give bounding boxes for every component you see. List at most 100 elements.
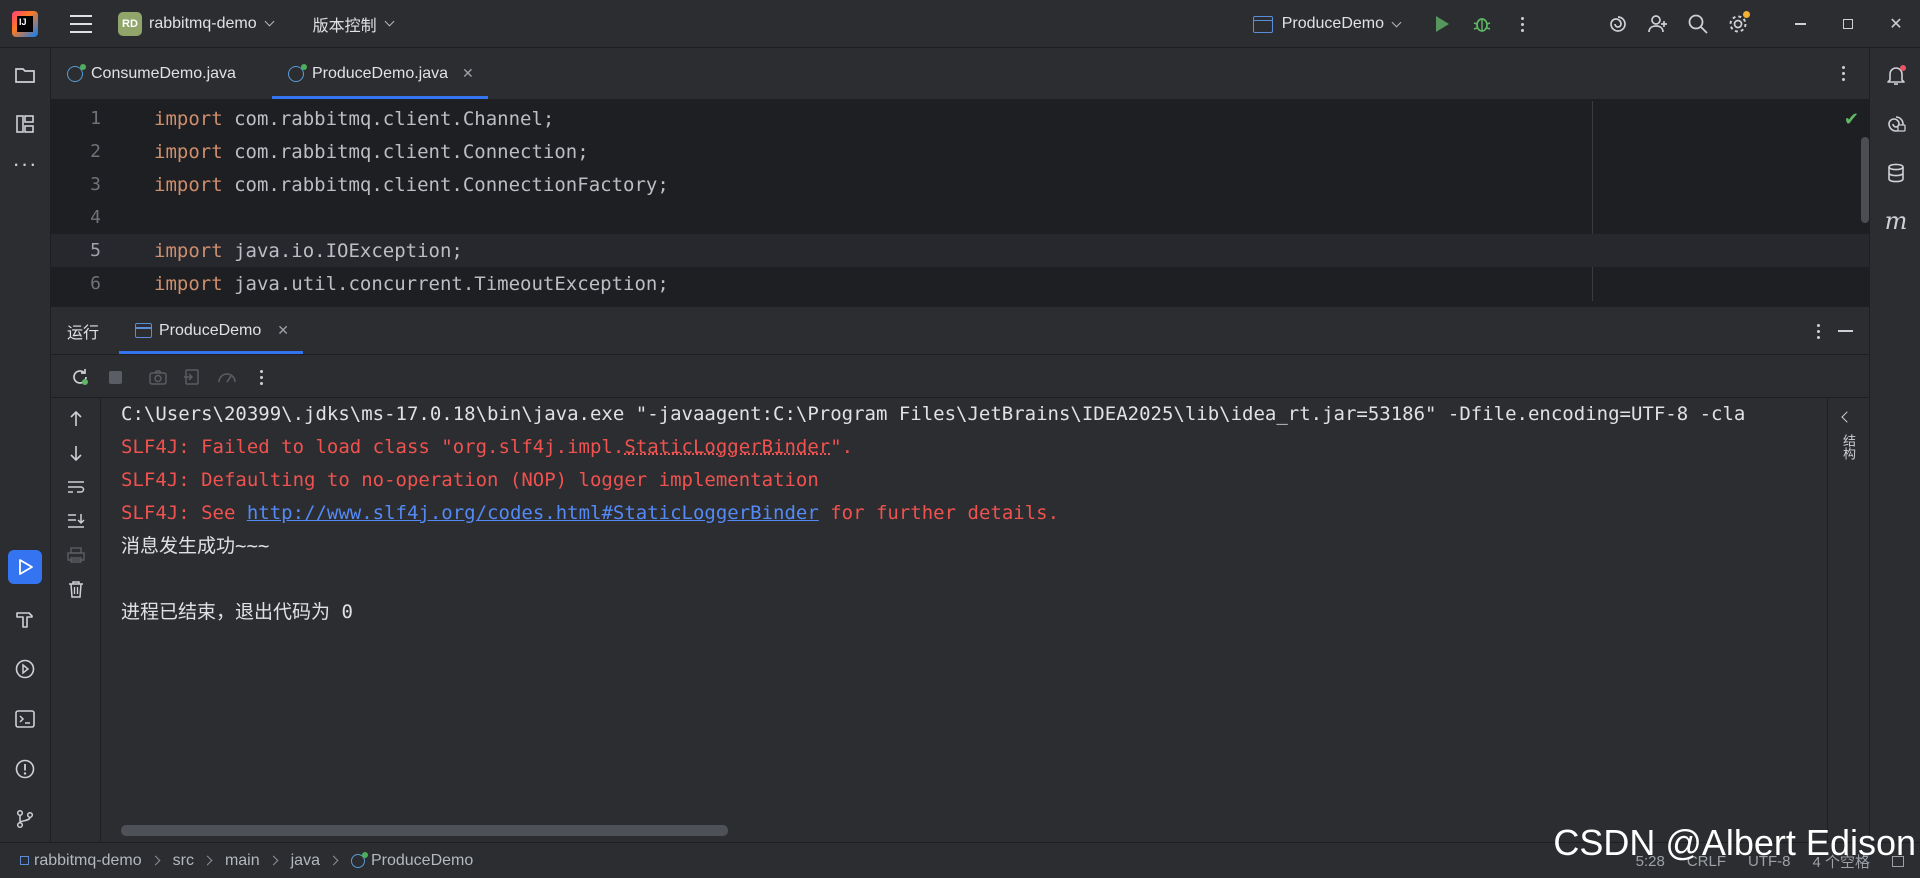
more-actions-button[interactable] <box>1502 4 1542 44</box>
chevron-right-icon <box>150 855 161 866</box>
tab-consume-demo[interactable]: ConsumeDemo.java <box>51 48 250 99</box>
application-icon <box>135 323 152 338</box>
scroll-to-end-icon[interactable] <box>65 510 87 532</box>
build-hammer-icon[interactable] <box>10 604 40 634</box>
restore-icon <box>1843 19 1853 29</box>
more-run-actions-button[interactable] <box>250 366 272 388</box>
console-exit-line: 进程已结束，退出代码为 0 <box>121 601 353 623</box>
database-icon[interactable] <box>1881 158 1911 188</box>
profiler-icon[interactable] <box>216 366 238 388</box>
code-line-current[interactable]: 5 import java.io.IOException; <box>51 234 1869 267</box>
code-line[interactable]: 1 import com.rabbitmq.client.Channel; <box>51 102 1869 135</box>
project-name[interactable]: rabbitmq-demo <box>149 15 257 33</box>
run-config-label: ProduceDemo <box>1281 15 1384 32</box>
chevron-left-icon[interactable] <box>1841 411 1853 423</box>
left-tool-bar: ··· <box>0 48 51 842</box>
git-branch-icon[interactable] <box>10 804 40 834</box>
vcs-menu[interactable]: 版本控制 <box>313 12 377 36</box>
code-editor[interactable]: 1 import com.rabbitmq.client.Channel; 2 … <box>51 101 1869 301</box>
hide-window-icon[interactable] <box>1838 330 1853 332</box>
java-class-icon <box>350 851 368 868</box>
breadcrumb-item[interactable]: ProduceDemo <box>371 852 473 870</box>
more-tools-icon[interactable]: ··· <box>10 149 40 179</box>
chevron-right-icon <box>328 855 339 866</box>
code-line[interactable]: 3 import com.rabbitmq.client.ConnectionF… <box>51 168 1869 201</box>
play-icon <box>1435 16 1449 32</box>
breadcrumb-item[interactable]: rabbitmq-demo <box>34 852 142 870</box>
error-text: ". <box>830 436 854 458</box>
project-folder-icon[interactable] <box>10 60 40 90</box>
close-window-button[interactable]: ✕ <box>1872 0 1920 48</box>
tab-produce-demo[interactable]: ProduceDemo.java ✕ <box>271 48 488 99</box>
camera-icon[interactable] <box>147 366 169 388</box>
add-user-button[interactable] <box>1638 4 1678 44</box>
java-class-icon <box>287 63 307 82</box>
rerun-icon[interactable] <box>69 366 91 388</box>
breadcrumb-item[interactable]: main <box>225 852 260 870</box>
error-text: SLF4J: See <box>121 502 247 524</box>
terminal-icon[interactable] <box>10 704 40 734</box>
slf4j-link[interactable]: http://www.slf4j.org/codes.html#StaticLo… <box>247 502 819 524</box>
line-number: 2 <box>90 141 101 162</box>
project-badge[interactable]: RD <box>118 11 142 36</box>
console-horizontal-scrollbar[interactable] <box>121 825 728 836</box>
search-button[interactable] <box>1678 4 1718 44</box>
chevron-down-icon[interactable] <box>384 16 395 27</box>
console-error-line: SLF4J: Failed to load class "org.slf4j.i… <box>121 431 853 464</box>
kebab-icon[interactable] <box>1817 323 1820 339</box>
keyword: import <box>154 272 223 295</box>
maven-icon[interactable]: m <box>1881 206 1911 236</box>
notifications-bell-icon[interactable] <box>1881 60 1911 90</box>
problems-icon[interactable] <box>10 754 40 784</box>
run-tab-label: ProduceDemo <box>159 321 262 339</box>
run-button[interactable] <box>1422 4 1462 44</box>
close-tab-icon[interactable]: ✕ <box>277 322 289 339</box>
breadcrumb-item[interactable]: src <box>173 852 194 870</box>
trash-icon[interactable] <box>65 578 87 600</box>
line-number: 5 <box>90 240 101 261</box>
run-config-selector[interactable]: ProduceDemo <box>1252 15 1402 33</box>
kebab-icon <box>1841 66 1845 81</box>
close-tab-icon[interactable]: ✕ <box>462 65 474 82</box>
restore-button[interactable] <box>1824 0 1872 48</box>
soft-wrap-icon[interactable] <box>65 476 87 498</box>
editor-scrollbar[interactable] <box>1861 137 1869 223</box>
stop-icon[interactable] <box>104 366 126 388</box>
structure-side-label[interactable]: 结构 <box>1839 434 1858 460</box>
console-output[interactable]: C:\Users\20399\.jdks\ms-17.0.18\bin\java… <box>101 398 1827 842</box>
breadcrumb: rabbitmq-demo src main java ProduceDemo <box>0 851 473 870</box>
breadcrumb-item[interactable]: java <box>291 852 320 870</box>
chevron-down-icon <box>1391 17 1402 27</box>
run-tab-produce-demo[interactable]: ProduceDemo ✕ <box>119 307 304 354</box>
code-line[interactable]: 2 import com.rabbitmq.client.Connection; <box>51 135 1869 168</box>
code-text: import java.io.IOException; <box>154 240 463 262</box>
class-reference[interactable]: StaticLoggerBinder <box>624 436 830 458</box>
tab-options-button[interactable] <box>1817 48 1869 99</box>
run-tool-icon[interactable] <box>8 550 42 584</box>
ai-chat-icon[interactable] <box>1881 109 1911 139</box>
ai-assistant-button[interactable] <box>1598 4 1638 44</box>
right-tool-bar: m <box>1869 48 1920 842</box>
main-menu-icon[interactable] <box>70 14 92 33</box>
structure-icon[interactable] <box>10 109 40 139</box>
chevron-down-icon[interactable] <box>264 16 275 27</box>
kebab-icon <box>1520 16 1524 32</box>
exit-icon[interactable] <box>181 366 203 388</box>
minimize-button[interactable] <box>1776 0 1824 48</box>
arrow-down-icon[interactable] <box>65 442 87 464</box>
services-icon[interactable] <box>10 654 40 684</box>
debug-button[interactable] <box>1462 4 1502 44</box>
print-icon[interactable] <box>65 544 87 566</box>
console-error-line: SLF4J: See http://www.slf4j.org/codes.ht… <box>121 497 1059 530</box>
chevron-right-icon <box>202 855 213 866</box>
code-text: import java.util.concurrent.TimeoutExcep… <box>154 273 669 295</box>
arrow-up-icon[interactable] <box>65 408 87 430</box>
code-line[interactable]: 4 <box>51 201 1869 234</box>
console-command-line: C:\Users\20399\.jdks\ms-17.0.18\bin\java… <box>121 403 1746 425</box>
settings-button[interactable] <box>1718 4 1758 44</box>
code-text: import com.rabbitmq.client.Connection; <box>154 141 589 163</box>
add-user-icon <box>1648 15 1667 33</box>
code-line[interactable]: 6 import java.util.concurrent.TimeoutExc… <box>51 267 1869 300</box>
close-icon: ✕ <box>1889 16 1903 33</box>
no-problems-check-icon[interactable]: ✔ <box>1844 109 1859 130</box>
